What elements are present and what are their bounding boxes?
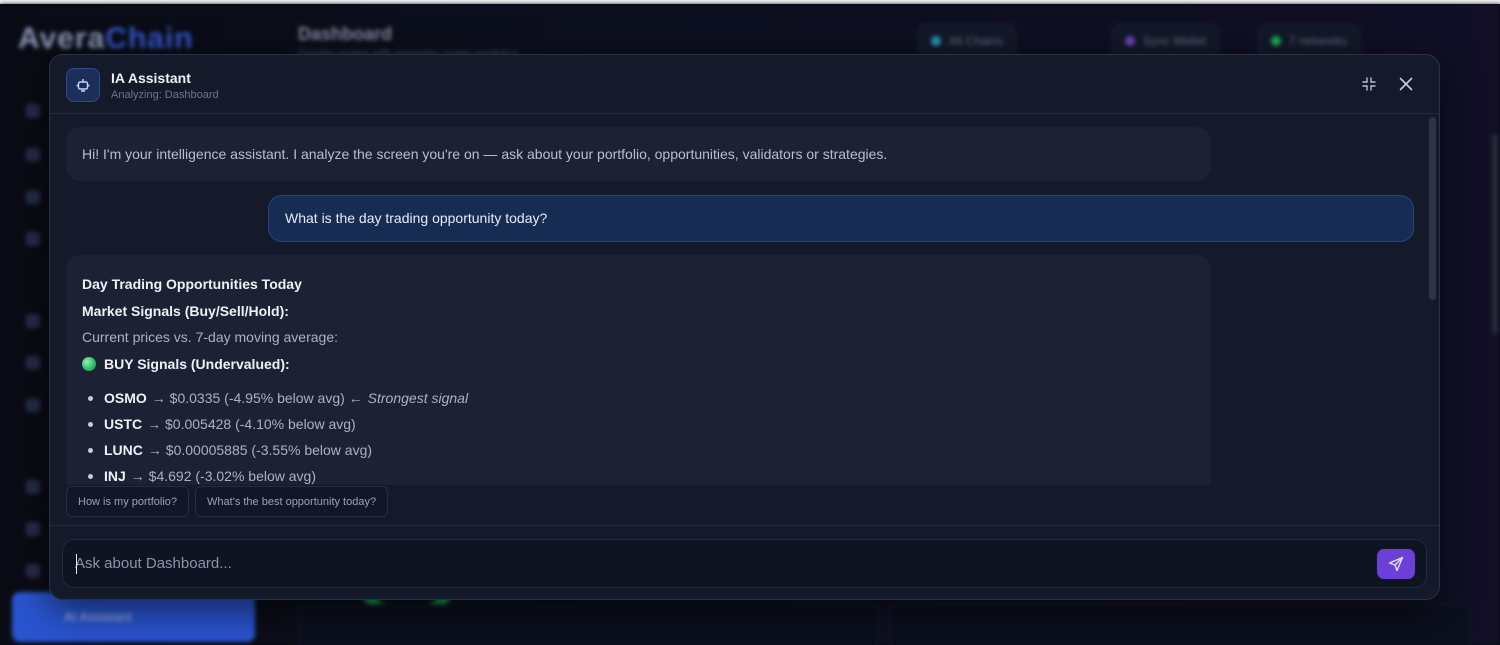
asset-card [890,604,1470,645]
list-item: OSMO → $0.0335 (-4.95% below avg) ← Stro… [82,385,1195,411]
asset-card [298,604,878,645]
list-item: INJ → $4.692 (-3.02% below avg) [82,463,1195,485]
divider [50,525,1439,526]
send-button[interactable] [1377,549,1415,579]
sidebar-icon[interactable] [26,480,40,494]
sidebar-icon[interactable] [26,564,40,578]
assistant-header: IA Assistant Analyzing: Dashboard [50,55,1439,114]
assistant-title: IA Assistant [111,70,191,86]
list-item: LUNC → $0.00005885 (-3.55% below avg) [82,437,1195,463]
dashboard-title: Dashboard [298,24,393,44]
sidebar-icon[interactable] [26,190,40,204]
response-section-heading: Market Signals (Buy/Sell/Hold): [82,303,289,319]
collapse-icon[interactable] [1358,73,1380,95]
page-scrollbar[interactable] [1492,134,1498,334]
assistant-modal: IA Assistant Analyzing: Dashboard Hi! I'… [49,54,1440,600]
suggestion-chips: How is my portfolio? What's the best opp… [66,486,389,518]
response-intro: Current prices vs. 7-day moving average: [82,329,338,345]
close-icon[interactable] [1395,73,1417,95]
chat-input[interactable] [75,540,1365,587]
chat-input-container [62,539,1427,588]
app-logo: AveraChain [18,22,194,55]
user-question-text: What is the day trading opportunity toda… [285,210,548,226]
greeting-text: Hi! I'm your intelligence assistant. I a… [82,146,888,162]
sidebar-icon[interactable] [26,104,40,118]
wallet-sync[interactable]: Sync Wallet [1112,24,1219,58]
suggestion-chip-opportunity[interactable]: What's the best opportunity today? [195,486,389,517]
assistant-message: Hi! I'm your intelligence assistant. I a… [66,127,1211,181]
bullet-icon [88,421,93,427]
assistant-response: Day Trading Opportunities Today Market S… [66,255,1211,485]
buy-signals-heading: BUY Signals (Undervalued): [82,357,1195,371]
message-list[interactable]: Hi! I'm your intelligence assistant. I a… [50,115,1429,485]
response-title: Day Trading Opportunities Today [82,276,302,292]
green-circle-icon [82,357,96,371]
user-message: What is the day trading opportunity toda… [268,195,1414,242]
sidebar-icon[interactable] [26,398,40,412]
message-scrollbar-thumb[interactable] [1429,117,1436,300]
list-item: USTC → $0.005428 (-4.10% below avg) [82,411,1195,437]
sidebar-icon[interactable] [26,314,40,328]
sidebar-icon[interactable] [26,148,40,162]
assistant-subtitle: Analyzing: Dashboard [111,89,219,101]
buy-signal-list: OSMO → $0.0335 (-4.95% below avg) ← Stro… [82,385,1195,485]
text-caret [76,554,77,574]
chain-selector[interactable]: All Chains [918,24,1017,58]
sidebar-icon[interactable] [26,232,40,246]
bullet-icon [88,395,93,401]
bullet-icon [88,447,93,453]
bot-icon [66,68,100,102]
sidebar-icon[interactable] [26,356,40,370]
sidebar-icon[interactable] [26,522,40,536]
suggestion-chip-portfolio[interactable]: How is my portfolio? [66,486,190,517]
send-icon [1388,556,1404,572]
bullet-icon [88,473,93,479]
network-status[interactable]: 7 networks [1258,24,1361,58]
